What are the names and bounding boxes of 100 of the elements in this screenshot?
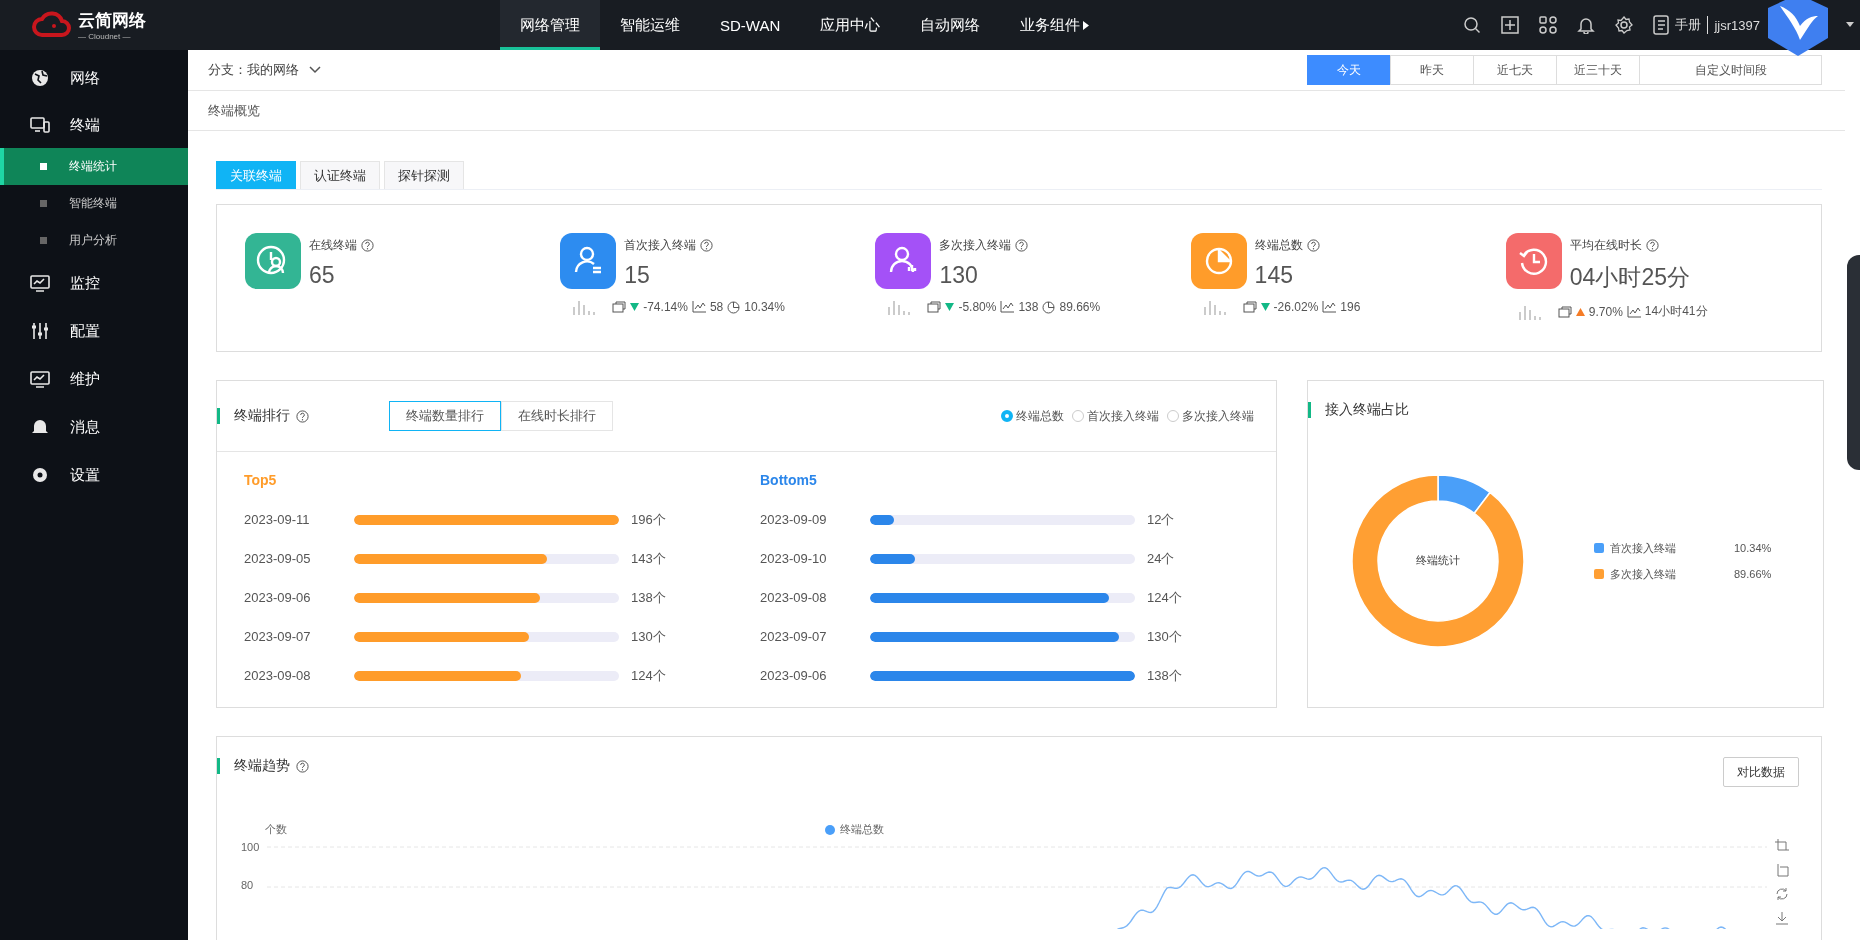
help-icon[interactable]	[700, 239, 714, 252]
axis-tick-label: 100	[241, 841, 261, 853]
manual-icon[interactable]	[1653, 15, 1672, 35]
settings-icon[interactable]	[1615, 16, 1634, 34]
axis-label: 个数	[265, 822, 288, 837]
cloud-logo-icon	[32, 11, 72, 39]
help-icon[interactable]	[1306, 239, 1320, 252]
sidebar-subitem[interactable]: 终端统计	[0, 148, 188, 185]
stat-label: 平均在线时长	[1569, 237, 1642, 254]
branch-selector[interactable]: 分支：我的网络	[208, 61, 321, 79]
segment-button[interactable]: 终端数量排行	[389, 401, 501, 431]
count-label: 130个	[631, 627, 666, 646]
add-icon[interactable]	[1501, 16, 1520, 34]
legend-value: 10.34%	[1734, 542, 1772, 554]
chevron-down-icon[interactable]	[309, 66, 321, 74]
tab[interactable]: 认证终端	[300, 161, 380, 189]
peak-value: 14小时41分	[1644, 303, 1708, 320]
apps-grid-icon[interactable]	[1539, 16, 1558, 34]
nav-tab[interactable]: 智能运维	[600, 0, 700, 50]
change-value: 9.70%	[1588, 304, 1623, 319]
logo-subtitle: — Cloudnet —	[78, 32, 132, 41]
date-label: 2023-09-07	[760, 629, 828, 644]
sidebar-subitem[interactable]: 智能终端	[0, 185, 188, 222]
dropdown-caret-icon[interactable]	[1846, 22, 1854, 27]
date-range-button[interactable]: 昨天	[1390, 55, 1474, 85]
compare-data-button[interactable]: 对比数据	[1723, 757, 1799, 787]
monitor-icon	[30, 115, 50, 135]
line-chart-icon	[691, 301, 706, 313]
search-icon[interactable]	[1463, 16, 1482, 34]
date-label: 2023-09-07	[244, 629, 312, 644]
sidebar-item[interactable]: 维护	[0, 355, 188, 403]
legend-value: 89.66%	[1734, 568, 1772, 580]
nav-tab[interactable]: 应用中心	[800, 0, 901, 50]
date-range-button[interactable]: 近七天	[1473, 55, 1557, 85]
date-range-button[interactable]: 自定义时间段	[1639, 55, 1822, 85]
compare-icon	[1242, 301, 1257, 313]
line-chart-icon	[1626, 305, 1641, 318]
date-label: 2023-09-09	[760, 512, 828, 527]
stat-value: 145	[1254, 262, 1294, 289]
nav-tab[interactable]: 自动网络	[900, 0, 1001, 50]
tab[interactable]: 探针探测	[384, 161, 464, 189]
manual-link[interactable]: 手册	[1675, 16, 1702, 34]
legend-label: 终端总数	[840, 822, 884, 837]
sidebar-item[interactable]: 配置	[0, 307, 188, 355]
axis-tick-label: 80	[241, 879, 255, 891]
peak-value: 58	[709, 300, 724, 314]
logo-text: 云简网络	[78, 10, 146, 32]
clock-icon	[1042, 300, 1056, 314]
date-label: 2023-09-05	[244, 551, 312, 566]
legend-label: 首次接入终端	[1610, 540, 1677, 556]
compare-icon	[927, 301, 942, 313]
caret-icon	[1083, 20, 1090, 30]
help-icon[interactable]	[296, 759, 309, 773]
count-label: 130个	[1147, 627, 1182, 646]
group-title: Bottom5	[760, 472, 818, 488]
help-icon[interactable]	[1015, 239, 1029, 252]
change-value: -5.80%	[958, 300, 997, 314]
nav-tab[interactable]: SD-WAN	[700, 0, 801, 50]
sidebar-subitem[interactable]: 用户分析	[0, 222, 188, 259]
peak-value: 138	[1018, 300, 1039, 314]
sidebar-item[interactable]: 消息	[0, 403, 188, 451]
sidebar-item[interactable]: 网络	[0, 54, 188, 102]
radio-label[interactable]: 多次接入终端	[1182, 407, 1254, 425]
sidebar-item[interactable]: 设置	[0, 451, 188, 499]
legend-dot	[825, 824, 835, 835]
line-chart-icon	[1000, 301, 1015, 313]
radio-button[interactable]	[1001, 410, 1013, 422]
refresh-icon[interactable]	[1775, 887, 1789, 901]
page-title: 终端概览	[208, 101, 260, 120]
compare-icon	[1557, 305, 1572, 318]
user-name[interactable]: jjsr1397	[1714, 17, 1760, 33]
ratio-value: 10.34%	[744, 300, 785, 314]
date-label: 2023-09-06	[760, 668, 828, 683]
legend-label: 多次接入终端	[1610, 566, 1677, 582]
count-label: 143个	[631, 549, 666, 568]
nav-tab[interactable]: 网络管理	[500, 0, 600, 50]
bar-chart-icon	[1517, 303, 1544, 320]
stat-value: 65	[309, 262, 336, 289]
stat-label: 多次接入终端	[939, 237, 1012, 254]
notification-bell-icon[interactable]	[1577, 16, 1596, 34]
help-icon[interactable]	[1645, 239, 1659, 252]
count-label: 138个	[1147, 666, 1182, 685]
radio-label[interactable]: 终端总数	[1016, 407, 1064, 425]
sliders-icon	[30, 321, 50, 341]
line-chart-icon	[1322, 301, 1337, 313]
help-icon[interactable]	[361, 239, 374, 252]
help-icon[interactable]	[296, 409, 309, 423]
sidebar-item[interactable]: 终端	[0, 102, 188, 148]
sidebar-item[interactable]: 监控	[0, 259, 188, 307]
segment-button[interactable]: 在线时长排行	[501, 401, 613, 431]
bar-chart-icon	[1202, 299, 1229, 315]
compare-icon	[612, 301, 627, 313]
radio-label[interactable]: 首次接入终端	[1087, 407, 1159, 425]
count-label: 124个	[631, 666, 666, 685]
change-value: -26.02%	[1273, 300, 1319, 314]
date-range-button[interactable]: 近三十天	[1556, 55, 1640, 85]
nav-tab[interactable]: 业务组件	[1000, 0, 1110, 50]
download-icon[interactable]	[1775, 911, 1789, 925]
zoom-area-icon[interactable]	[1775, 839, 1789, 853]
stat-value: 04小时25分	[1569, 263, 1690, 292]
